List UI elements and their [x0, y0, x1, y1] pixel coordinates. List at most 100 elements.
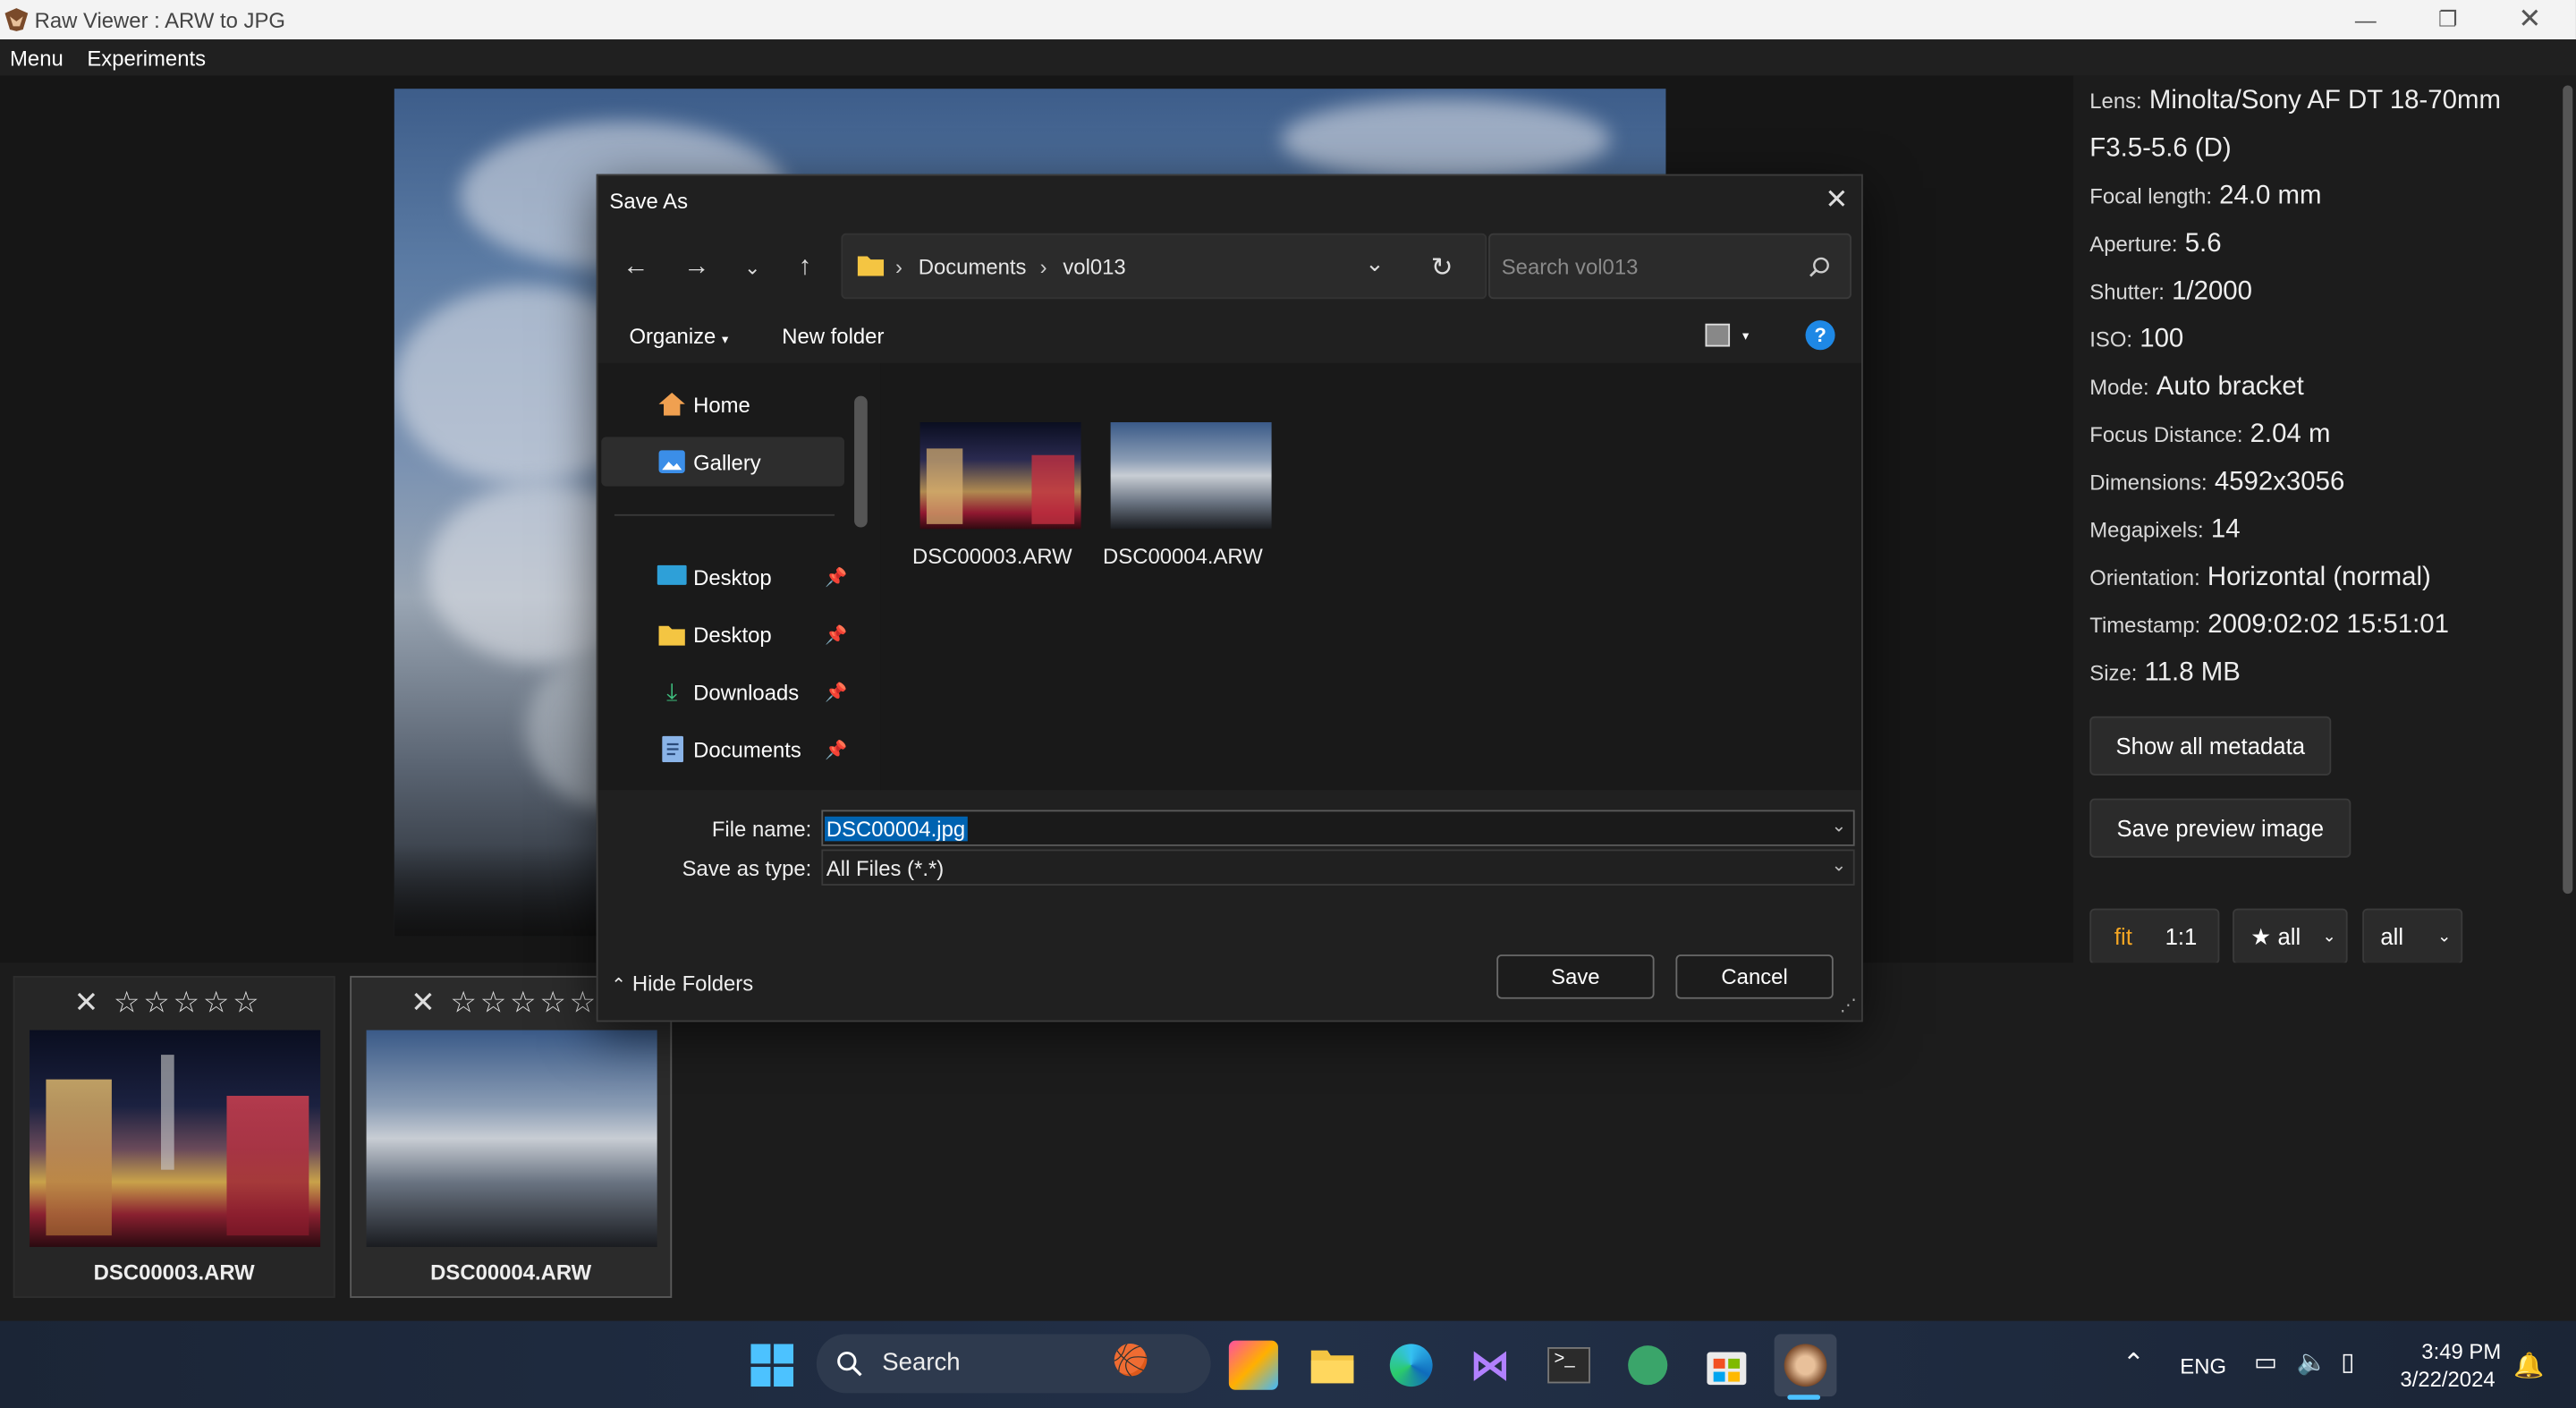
- folder-icon: [857, 256, 885, 276]
- network-icon[interactable]: ▭: [2254, 1347, 2277, 1377]
- file-name-label: File name:: [711, 816, 812, 842]
- minimize-button[interactable]: —: [2326, 0, 2405, 39]
- meta-dimensions: Dimensions: 4592x3056: [2089, 468, 2345, 496]
- menu-item-menu[interactable]: Menu: [10, 46, 64, 71]
- organize-button[interactable]: Organize ▾: [629, 324, 728, 349]
- terminal-icon[interactable]: >_: [1544, 1341, 1593, 1390]
- file-explorer-icon[interactable]: [1308, 1341, 1357, 1390]
- save-type-label: Save as type:: [682, 855, 812, 881]
- meta-iso: ISO: 100: [2089, 325, 2184, 353]
- star-filter-select[interactable]: ★ all ⌄: [2233, 908, 2348, 965]
- raw-viewer-taskbar-icon[interactable]: [1774, 1334, 1837, 1397]
- nav-item-desktop-folder[interactable]: Desktop 📌: [601, 609, 847, 658]
- nav-item-downloads[interactable]: ⤓ Downloads 📌: [601, 667, 847, 717]
- volume-icon[interactable]: 🔈: [2297, 1347, 2327, 1377]
- address-bar[interactable]: › Documents › vol013 ⌄ ↻: [841, 233, 1487, 300]
- thumbnail-image: [366, 1030, 657, 1247]
- nav-item-label: Home: [693, 392, 750, 417]
- close-dialog-button[interactable]: ✕: [1818, 182, 1854, 218]
- language-indicator[interactable]: ENG: [2180, 1353, 2226, 1378]
- chevron-down-icon[interactable]: ⌄: [1832, 815, 1847, 836]
- back-arrow-icon[interactable]: ←: [616, 250, 656, 285]
- notification-bell-icon[interactable]: 🔔: [2513, 1351, 2544, 1380]
- file-name-input[interactable]: DSC00004.jpg ⌄: [821, 810, 1855, 846]
- hide-folders-label: Hide Folders: [631, 971, 754, 996]
- caret-down-icon: ▾: [722, 331, 729, 347]
- clock-time[interactable]: 3:49 PM: [2421, 1339, 2501, 1364]
- title-bar: Raw Viewer : ARW to JPG — ❐ ✕: [0, 0, 2576, 40]
- navigation-pane: Home Gallery Desktop 📌 Desktop 📌 ⤓ Downl…: [597, 362, 881, 791]
- window-title: Raw Viewer : ARW to JPG: [34, 8, 286, 33]
- dialog-title: Save As: [609, 189, 689, 214]
- rating-stars[interactable]: ✕ ☆☆☆☆☆: [411, 986, 599, 1021]
- breadcrumb-vol013[interactable]: vol013: [1063, 255, 1125, 280]
- rating-stars[interactable]: ✕ ☆☆☆☆☆: [74, 986, 263, 1021]
- battery-icon[interactable]: ▯: [2341, 1347, 2354, 1377]
- save-preview-button[interactable]: Save preview image: [2089, 798, 2351, 858]
- metadata-scrollbar[interactable]: [2563, 85, 2573, 895]
- resize-grip-icon[interactable]: ⋰: [1840, 997, 1856, 1015]
- menu-bar: Menu Experiments: [0, 39, 2576, 76]
- close-window-button[interactable]: ✕: [2490, 0, 2569, 39]
- edge-icon[interactable]: [1386, 1341, 1436, 1390]
- nav-scrollbar[interactable]: [854, 395, 868, 528]
- nav-item-documents[interactable]: Documents 📌: [601, 725, 847, 774]
- address-dropdown-chevron-icon[interactable]: ⌄: [1365, 250, 1385, 277]
- filter-select[interactable]: all ⌄: [2362, 908, 2463, 965]
- clock-date[interactable]: 3/22/2024: [2400, 1367, 2495, 1392]
- save-form: File name: DSC00004.jpg ⌄ Save as type: …: [597, 790, 1861, 1021]
- forward-arrow-icon[interactable]: →: [677, 250, 716, 285]
- meta-shutter: Shutter: 1/2000: [2089, 277, 2252, 306]
- file-item[interactable]: DSC00004.ARW: [1091, 409, 1275, 573]
- search-input[interactable]: Search vol013: [1488, 233, 1852, 300]
- fit-toggle[interactable]: fit: [2114, 923, 2132, 949]
- search-placeholder: Search vol013: [1501, 254, 1639, 280]
- one-to-one-toggle[interactable]: 1:1: [2165, 923, 2198, 949]
- refresh-icon[interactable]: ↻: [1431, 251, 1453, 284]
- nav-item-gallery[interactable]: Gallery: [601, 437, 845, 487]
- meta-aperture: Aperture: 5.6: [2089, 230, 2222, 259]
- app-logo-icon: [4, 8, 29, 31]
- thumbnail-name: DSC00003.ARW: [93, 1260, 255, 1285]
- nav-item-home[interactable]: Home: [601, 379, 844, 428]
- taskbar-search[interactable]: Search 🏀: [816, 1334, 1211, 1394]
- tray-overflow-chevron-icon[interactable]: ⌃: [2123, 1347, 2145, 1380]
- show-all-metadata-button[interactable]: Show all metadata: [2089, 716, 2332, 776]
- restore-button[interactable]: ❐: [2409, 0, 2487, 39]
- view-options-button[interactable]: ▾: [1705, 320, 1749, 346]
- file-thumbnail: [1110, 422, 1272, 530]
- dialog-toolbar: Organize ▾ New folder ▾ ?: [597, 307, 1861, 363]
- store-icon[interactable]: [1702, 1341, 1751, 1390]
- up-arrow-icon[interactable]: ↑: [785, 250, 825, 285]
- chatgpt-icon[interactable]: [1623, 1341, 1673, 1390]
- visual-studio-icon[interactable]: ⋈: [1465, 1341, 1514, 1390]
- thumbnail-card[interactable]: ✕ ☆☆☆☆☆ DSC00003.ARW: [13, 975, 335, 1298]
- nav-item-label: Documents: [693, 736, 801, 762]
- documents-icon: [657, 735, 687, 763]
- menu-item-experiments[interactable]: Experiments: [87, 46, 206, 71]
- thumbnail-card-selected[interactable]: ✕ ☆☆☆☆☆ DSC00004.ARW: [350, 975, 673, 1298]
- save-type-select[interactable]: All Files (*.*) ⌄: [821, 849, 1855, 886]
- copilot-icon[interactable]: [1228, 1340, 1278, 1390]
- start-icon[interactable]: [748, 1341, 797, 1390]
- nav-item-desktop[interactable]: Desktop 📌: [601, 552, 847, 601]
- recent-locations-chevron-icon[interactable]: ⌄: [733, 250, 772, 285]
- cancel-button[interactable]: Cancel: [1675, 954, 1834, 999]
- search-icon: [837, 1351, 862, 1377]
- file-item[interactable]: DSC00003.ARW: [901, 409, 1085, 573]
- save-button[interactable]: Save: [1496, 954, 1655, 999]
- breadcrumb-documents[interactable]: Documents: [919, 255, 1027, 280]
- file-name-value: DSC00004.jpg: [825, 816, 968, 842]
- zoom-group: fit 1:1: [2089, 908, 2220, 965]
- meta-focus-distance: Focus Distance: 2.04 m: [2089, 420, 2331, 449]
- meta-lens: Lens: Minolta/Sony AF DT 18-70mm: [2089, 87, 2501, 115]
- taskbar-search-label: Search: [882, 1348, 961, 1378]
- meta-orientation: Orientation: Horizontal (normal): [2089, 563, 2431, 592]
- new-folder-button[interactable]: New folder: [782, 324, 884, 349]
- caret-down-icon: ▾: [1742, 328, 1750, 344]
- chevron-down-icon: ⌄: [2322, 927, 2336, 946]
- search-highlight-icon: 🏀: [1112, 1344, 1149, 1378]
- hide-folders-button[interactable]: ⌃ Hide Folders: [611, 971, 753, 996]
- file-name: DSC00004.ARW: [1103, 543, 1263, 569]
- help-icon[interactable]: ?: [1805, 320, 1835, 351]
